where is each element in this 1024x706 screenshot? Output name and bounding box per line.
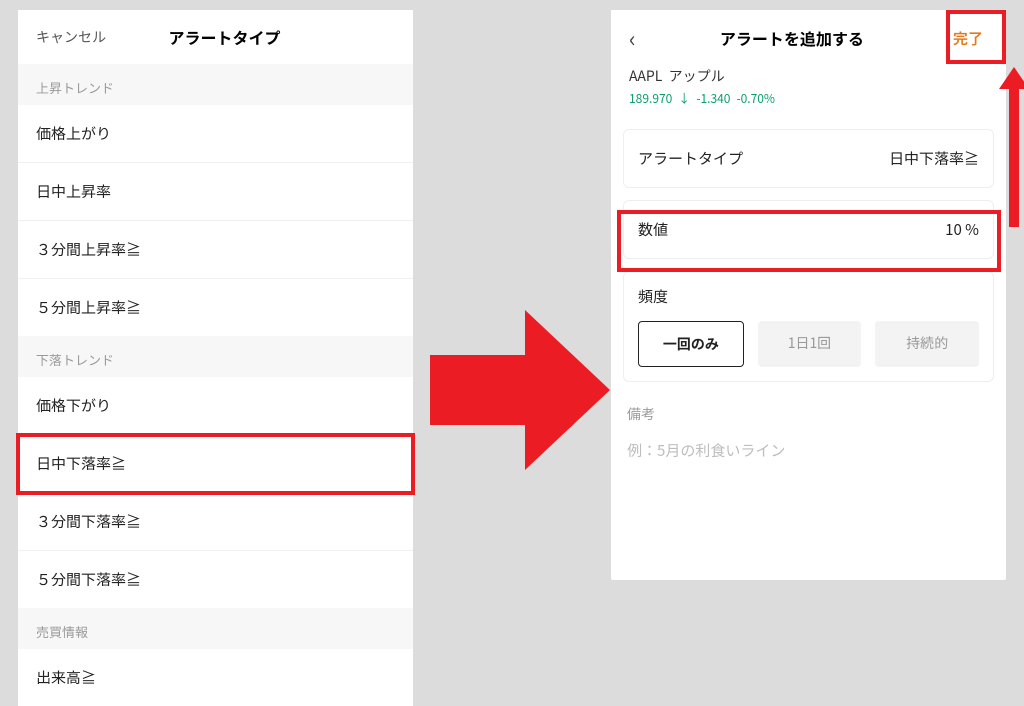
freq-option-once[interactable]: 一回のみ xyxy=(638,321,744,367)
ticker-header: AAPL アップル 189.970 ↓ -1.340 -0.70% xyxy=(611,66,1006,117)
list-item[interactable]: ５分間上昇率≧ xyxy=(18,279,413,336)
freq-option-cont[interactable]: 持続的 xyxy=(875,321,979,367)
frequency-card: 頻度 一回のみ 1日1回 持続的 xyxy=(623,271,994,382)
freq-option-daily[interactable]: 1日1回 xyxy=(758,321,862,367)
alert-type-row[interactable]: アラートタイプ 日中下落率≧ xyxy=(623,129,994,188)
frequency-label: 頻度 xyxy=(638,286,979,307)
list-item-highlighted[interactable]: 日中下落率≧ xyxy=(18,435,413,493)
value-row[interactable]: 数値 10 % xyxy=(623,200,994,259)
done-button[interactable]: 完了 xyxy=(948,22,988,55)
list-item[interactable]: 価格上がり xyxy=(18,105,413,163)
list-item[interactable]: ５分間下落率≧ xyxy=(18,551,413,608)
add-alert-screen: ‹ アラートを追加する 完了 AAPL アップル 189.970 ↓ -1.34… xyxy=(611,10,1006,580)
arrow-right-icon xyxy=(430,310,610,475)
ticker-name: アップル xyxy=(669,66,725,86)
list-item[interactable]: 日中上昇率 xyxy=(18,163,413,221)
page-title: アラートタイプ xyxy=(168,25,280,49)
row-label: 数値 xyxy=(638,219,668,240)
header: キャンセル アラートタイプ xyxy=(18,10,413,64)
down-arrow-icon: ↓ xyxy=(678,90,690,107)
cancel-button[interactable]: キャンセル xyxy=(36,27,106,47)
section-label-trade: 売買情報 xyxy=(18,608,413,649)
ticker-change: -1.340 xyxy=(696,90,730,107)
list-item[interactable]: ３分間下落率≧ xyxy=(18,493,413,551)
list-item[interactable]: 価格下がり xyxy=(18,377,413,435)
ticker-pct: -0.70% xyxy=(736,90,775,107)
row-value: 10 % xyxy=(945,219,979,240)
row-label: アラートタイプ xyxy=(638,148,743,169)
section-label-down: 下落トレンド xyxy=(18,336,413,377)
header: ‹ アラートを追加する 完了 xyxy=(611,10,1006,66)
memo-input[interactable]: 例：5月の利食いライン xyxy=(623,436,994,481)
back-icon[interactable]: ‹ xyxy=(629,22,636,54)
list-item[interactable]: 出来高≧ xyxy=(18,649,413,706)
list-item[interactable]: ３分間上昇率≧ xyxy=(18,221,413,279)
section-label-up: 上昇トレンド xyxy=(18,64,413,105)
alert-type-screen: キャンセル アラートタイプ 上昇トレンド 価格上がり 日中上昇率 ３分間上昇率≧… xyxy=(18,10,413,670)
page-title: アラートを追加する xyxy=(720,26,864,50)
ticker-price: 189.970 xyxy=(629,90,672,107)
memo-label: 備考 xyxy=(627,404,990,424)
ticker-symbol: AAPL xyxy=(629,66,662,86)
row-value: 日中下落率≧ xyxy=(889,148,979,169)
